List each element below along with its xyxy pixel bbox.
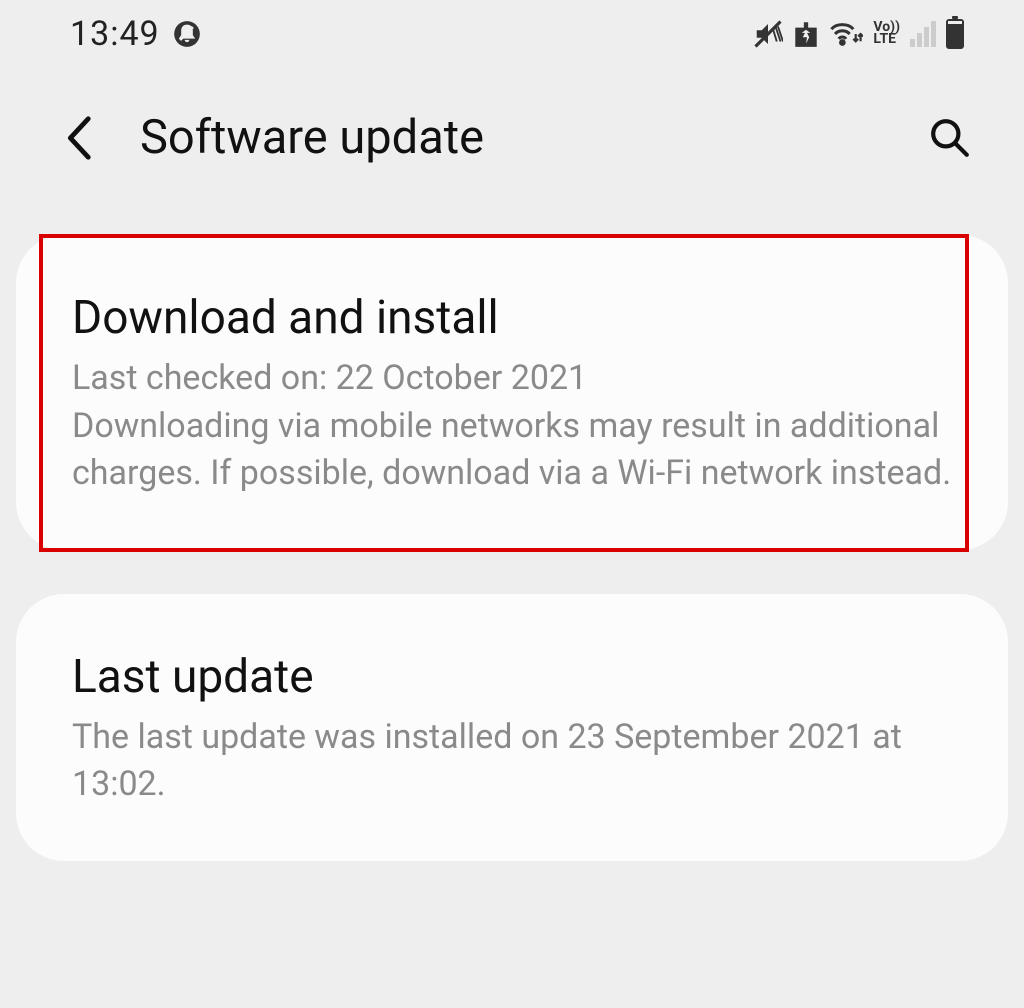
header-bar: Software update: [0, 60, 1024, 215]
wifi-icon: [829, 19, 863, 49]
search-button[interactable]: [926, 114, 974, 162]
last-update-description: The last update was installed on 23 Sept…: [72, 714, 952, 809]
signal-icon: [910, 21, 936, 47]
download-install-title: Download and install: [72, 291, 952, 345]
last-update-item[interactable]: Last update The last update was installe…: [16, 594, 1008, 861]
status-left: 13:49: [70, 14, 202, 54]
mute-vibrate-icon: [753, 19, 783, 49]
status-bar: 13:49: [0, 0, 1024, 60]
data-saver-icon: [793, 19, 819, 49]
dnd-icon: [172, 19, 202, 49]
page-title: Software update: [140, 110, 886, 165]
download-install-description: Downloading via mobile networks may resu…: [72, 403, 952, 498]
download-install-item[interactable]: Download and install Last checked on: 22…: [16, 235, 1008, 550]
last-update-title: Last update: [72, 650, 952, 704]
back-button[interactable]: [60, 118, 100, 158]
download-install-last-checked: Last checked on: 22 October 2021: [72, 355, 952, 403]
status-right: Vo))LTE: [753, 19, 964, 49]
settings-list: Download and install Last checked on: 22…: [0, 215, 1024, 861]
status-time: 13:49: [70, 14, 160, 54]
volte-icon: Vo))LTE: [873, 22, 900, 46]
battery-icon: [946, 19, 964, 49]
